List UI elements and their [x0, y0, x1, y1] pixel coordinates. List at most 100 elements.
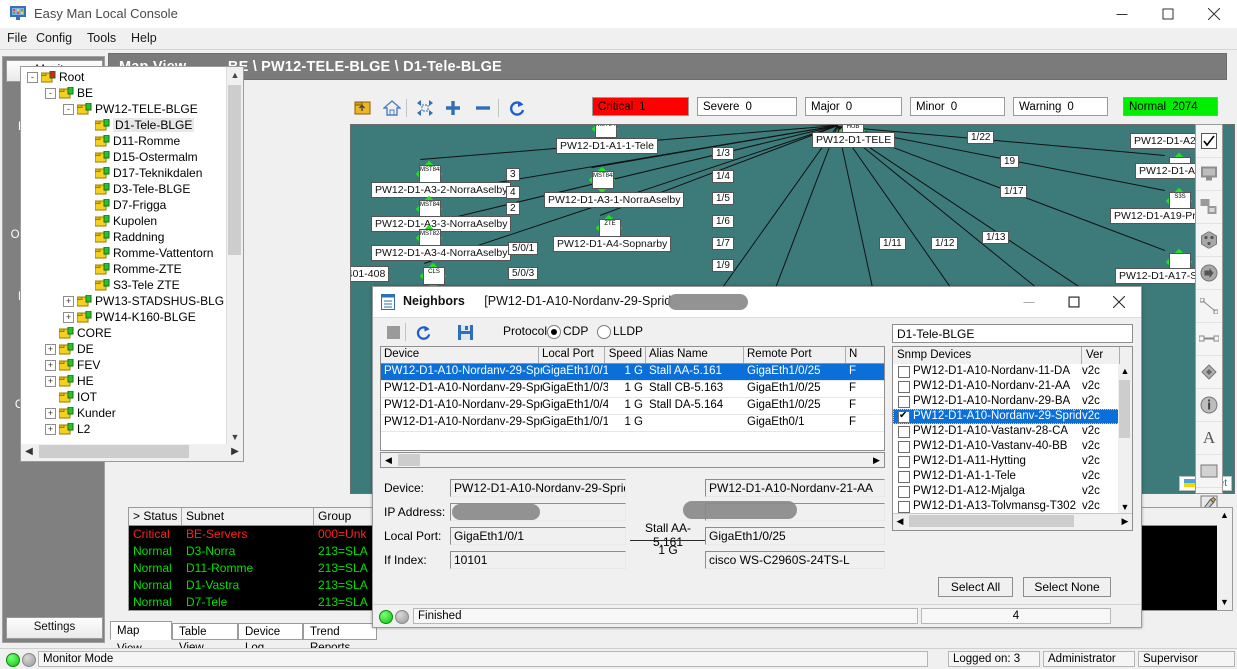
tree-node[interactable]: Kupolen: [21, 213, 226, 229]
snmp-device-checkbox[interactable]: [898, 396, 910, 408]
scroll-thumb[interactable]: [909, 515, 1074, 527]
tree-node[interactable]: S3-Tele ZTE: [21, 277, 226, 293]
tree-node[interactable]: + PW13-STADSHUS-BLG: [21, 293, 226, 309]
scroll-down-icon[interactable]: ▼: [1118, 500, 1132, 514]
tree-node[interactable]: CORE: [21, 325, 226, 341]
tree-horizontal-scrollbar[interactable]: ◀ ▶: [20, 444, 244, 462]
minimize-button[interactable]: [1099, 0, 1145, 28]
tree-expander-icon[interactable]: +: [45, 360, 56, 371]
dialog-close-button[interactable]: [1096, 287, 1141, 316]
tree-node[interactable]: - PW12-TELE-BLGE: [21, 101, 226, 117]
scroll-right-icon[interactable]: ▶: [1118, 514, 1132, 529]
snmp-device-checkbox[interactable]: [898, 366, 910, 378]
protocol-cdp-label[interactable]: CDP: [563, 324, 588, 338]
tree-node[interactable]: IOT: [21, 389, 226, 405]
tree-node[interactable]: D11-Romme: [21, 133, 226, 149]
severity-chip-major[interactable]: Major 0: [805, 97, 902, 116]
nodes-icon[interactable]: [1196, 191, 1222, 224]
refresh-icon[interactable]: [409, 320, 439, 344]
scroll-right-icon[interactable]: ▶: [227, 444, 243, 459]
folder-up-icon[interactable]: [350, 96, 376, 120]
hexagon-icon[interactable]: [1196, 224, 1222, 257]
neighbors-table-row[interactable]: PW12-D1-A10-Nordanv-29-Sprid GigaEth1/0/3…: [381, 381, 884, 398]
save-icon[interactable]: [451, 320, 481, 344]
severity-chip-critical[interactable]: Critical 1: [592, 97, 689, 116]
sidebar-settings-caption[interactable]: Settings: [6, 617, 103, 639]
snmp-devices-list[interactable]: Snmp Devices Ver PW12-D1-A10-Nordanv-11-…: [892, 346, 1133, 531]
tree-node[interactable]: + Kunder: [21, 405, 226, 421]
tree-node[interactable]: D3-Tele-BLGE: [21, 181, 226, 197]
tab-trend-reports[interactable]: Trend Reports: [303, 623, 377, 654]
neighbors-column-header[interactable]: Local Port: [539, 347, 605, 363]
menu-item-tools[interactable]: Tools: [87, 31, 116, 45]
snmp-device-checkbox[interactable]: [898, 409, 910, 423]
scroll-thumb[interactable]: [39, 445, 189, 458]
maximize-button[interactable]: [1145, 0, 1191, 28]
status-grid-column-header[interactable]: > Status: [129, 508, 182, 525]
status-grid-column-header[interactable]: Subnet: [182, 508, 314, 525]
snmp-device-row[interactable]: PW12-D1-A10-Vastanv-40-BB v2c: [893, 439, 1132, 454]
local-port-field[interactable]: GigaEth1/0/1: [450, 527, 626, 545]
protocol-cdp-radio[interactable]: [547, 325, 561, 339]
map-node-label[interactable]: PW12-D1-A3-4-NorraAselby: [371, 245, 512, 261]
remote-device-field[interactable]: PW12-D1-A10-Nordanv-21-AA: [705, 479, 885, 497]
scroll-up-icon[interactable]: ▲: [1217, 508, 1232, 523]
polyline-icon[interactable]: [1196, 290, 1222, 323]
map-node-label[interactable]: PW12-D1-TELE: [812, 132, 896, 148]
map-node-label[interactable]: PW12-D1-A4-Sopnarby: [553, 236, 672, 252]
neighbors-table-row[interactable]: PW12-D1-A10-Nordanv-29-Sprid GigaEth1/0/4…: [381, 398, 884, 415]
tree-expander-icon[interactable]: +: [45, 424, 56, 435]
snmp-device-row[interactable]: PW12-D1-A1-1-Tele v2c: [893, 469, 1132, 484]
remote-model-field[interactable]: cisco WS-C2960S-24TS-L: [705, 551, 885, 569]
scroll-left-icon[interactable]: ◀: [381, 453, 396, 467]
close-button[interactable]: [1191, 0, 1237, 28]
tree-vertical-scrollbar[interactable]: ▲ ▼: [226, 67, 243, 445]
snmp-device-row[interactable]: PW12-D1-A10-Nordanv-11-DA v2c: [893, 364, 1132, 379]
tree-expander-icon[interactable]: +: [63, 312, 74, 323]
snmp-device-checkbox[interactable]: [898, 456, 910, 468]
map-node-label[interactable]: PW12-D1-A3-1-NorraAselby: [544, 192, 685, 208]
tab-map-view[interactable]: Map View: [110, 621, 172, 655]
tab-table-view[interactable]: Table View: [172, 623, 238, 654]
neighbors-table-scrollbar[interactable]: ◀ ▶: [380, 452, 885, 468]
snmp-device-checkbox[interactable]: [898, 441, 910, 453]
remote-port-field[interactable]: GigaEth1/0/25: [705, 527, 885, 545]
tree-node[interactable]: D17-Teknikdalen: [21, 165, 226, 181]
zoom-out-icon[interactable]: [470, 96, 496, 120]
subnet-tree[interactable]: - Root - BE - PW12-TELE-BLGE D1-Tele-BLGE D11-R…: [20, 66, 244, 446]
scroll-up-icon[interactable]: ▲: [227, 67, 243, 83]
neighbors-table-row[interactable]: PW12-D1-A10-Nordanv-29-Sprid GigaEth1/0/1…: [381, 415, 884, 432]
tree-expander-icon[interactable]: +: [45, 376, 56, 387]
home-icon[interactable]: [379, 96, 405, 120]
line-segment-icon[interactable]: [1196, 323, 1222, 356]
neighbors-column-header[interactable]: Remote Port: [744, 347, 846, 363]
tree-node[interactable]: - BE: [21, 85, 226, 101]
map-node-label[interactable]: PW12-D1-A1-1-Tele: [556, 138, 658, 154]
neighbors-column-header[interactable]: Alias Name: [646, 347, 744, 363]
zoom-in-icon[interactable]: [440, 96, 466, 120]
menu-item-config[interactable]: Config: [36, 31, 72, 45]
neighbors-table[interactable]: Device Local Port Speed Alias Name Remote Po…: [380, 346, 885, 451]
tree-node[interactable]: + PW14-K160-BLGE: [21, 309, 226, 325]
tree-node[interactable]: + FEV: [21, 357, 226, 373]
protocol-lldp-label[interactable]: LLDP: [613, 324, 643, 338]
refresh-icon[interactable]: [504, 96, 530, 120]
neighbors-column-header[interactable]: N: [846, 347, 884, 363]
tree-node[interactable]: + L2: [21, 421, 226, 437]
snmp-device-row[interactable]: PW12-D1-A11-Hytting v2c: [893, 454, 1132, 469]
scroll-left-icon[interactable]: ◀: [893, 514, 907, 529]
tree-expander-icon[interactable]: -: [63, 104, 74, 115]
neighbors-table-row[interactable]: PW12-D1-A10-Nordanv-29-Sprid GigaEth1/0/1…: [381, 364, 884, 381]
tree-node[interactable]: Romme-Vattentorn: [21, 245, 226, 261]
snmp-device-row[interactable]: PW12-D1-A12-Mjalga v2c: [893, 484, 1132, 499]
snmp-device-row[interactable]: PW12-D1-A10-Nordanv-29-Spridv2c: [893, 409, 1132, 424]
tree-node[interactable]: D7-Frigga: [21, 197, 226, 213]
map-node-label[interactable]: n 401-408: [351, 266, 390, 282]
select-all-button[interactable]: Select All: [938, 577, 1013, 597]
select-none-button[interactable]: Select None: [1023, 577, 1111, 597]
snmp-device-checkbox[interactable]: [898, 471, 910, 483]
menu-item-file[interactable]: File: [7, 31, 27, 45]
scroll-down-icon[interactable]: ▼: [227, 429, 243, 445]
snmp-device-row[interactable]: PW12-D1-A10-Nordanv-29-BA v2c: [893, 394, 1132, 409]
tree-node[interactable]: + DE: [21, 341, 226, 357]
